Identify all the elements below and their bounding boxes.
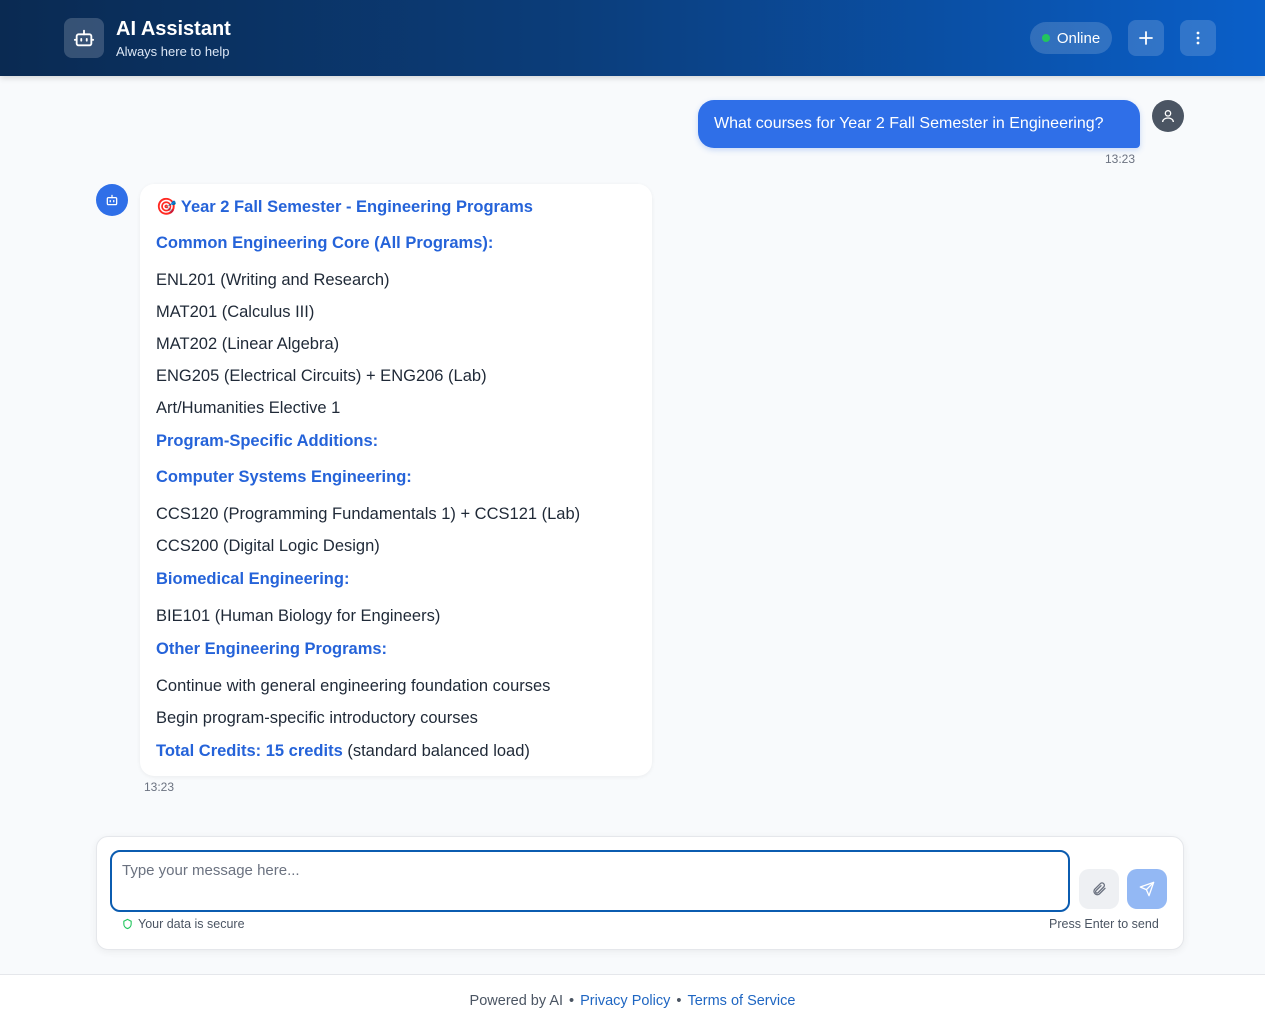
app-header: AI Assistant Always here to help Online xyxy=(0,0,1265,76)
user-icon xyxy=(1162,110,1174,123)
paperclip-icon xyxy=(1093,882,1106,896)
section-heading-cse: Computer Systems Engineering: xyxy=(156,468,412,486)
list-item: BIE101 (Human Biology for Engineers) xyxy=(156,607,441,625)
list-item: MAT201 (Calculus III) xyxy=(156,303,315,321)
powered-by-text: Powered by AI xyxy=(469,993,564,1009)
user-message-bubble: What courses for Year 2 Fall Semester in… xyxy=(698,100,1140,148)
message-input[interactable] xyxy=(110,850,1070,912)
send-button[interactable] xyxy=(1127,869,1167,909)
send-icon xyxy=(1139,881,1155,897)
bot-message-title: 🎯 Year 2 Fall Semester - Engineering Pro… xyxy=(156,198,533,217)
bot-avatar xyxy=(96,184,128,216)
user-message-time: 13:23 xyxy=(1105,152,1136,166)
robot-icon xyxy=(106,194,118,206)
app-subtitle: Always here to help xyxy=(116,44,230,59)
attach-button[interactable] xyxy=(1079,869,1119,909)
shield-icon xyxy=(123,918,132,930)
privacy-policy-link[interactable]: Privacy Policy xyxy=(580,993,670,1009)
page-footer: Powered by AI • Privacy Policy • Terms o… xyxy=(0,974,1265,1027)
app-title: AI Assistant xyxy=(116,18,231,40)
online-dot-icon xyxy=(1041,34,1050,42)
security-note-text: Your data is secure xyxy=(138,917,245,931)
list-item: CCS120 (Programming Fundamentals 1) + CC… xyxy=(156,505,581,523)
section-heading-other: Other Engineering Programs: xyxy=(156,640,388,658)
terms-of-service-link[interactable]: Terms of Service xyxy=(687,993,795,1009)
target-emoji-icon: 🎯 xyxy=(156,198,177,216)
list-item: Art/Humanities Elective 1 xyxy=(156,399,341,417)
send-hint: Press Enter to send xyxy=(1049,917,1159,931)
more-options-button[interactable] xyxy=(1180,20,1216,56)
list-item: Begin program-specific introductory cour… xyxy=(156,709,478,727)
section-heading-program: Program-Specific Additions: xyxy=(156,432,379,450)
robot-icon xyxy=(64,18,104,58)
section-heading-core: Common Engineering Core (All Programs): xyxy=(156,234,494,252)
status-label: Online xyxy=(1056,29,1101,47)
list-item: ENL201 (Writing and Research) xyxy=(156,271,390,289)
list-item: ENG205 (Electrical Circuits) + ENG206 (L… xyxy=(156,367,487,385)
user-avatar xyxy=(1152,100,1184,132)
status-badge: Online xyxy=(1030,22,1112,54)
list-item: CCS200 (Digital Logic Design) xyxy=(156,537,380,555)
footer-separator: • xyxy=(569,993,575,1009)
list-item: MAT202 (Linear Algebra) xyxy=(156,335,340,353)
plus-icon xyxy=(1139,31,1153,45)
new-chat-button[interactable] xyxy=(1128,20,1164,56)
bot-message-title-text: Year 2 Fall Semester - Engineering Progr… xyxy=(180,198,533,216)
section-heading-bio: Biomedical Engineering: xyxy=(156,570,350,588)
footer-separator: • xyxy=(676,993,682,1009)
more-vertical-icon xyxy=(1196,31,1200,45)
security-note: Your data is secure xyxy=(122,917,245,931)
total-credits-label: Total Credits: 15 credits xyxy=(156,742,343,760)
list-item: Continue with general engineering founda… xyxy=(156,677,551,695)
total-credits-note: (standard balanced load) xyxy=(347,742,530,760)
bot-message-time: 13:23 xyxy=(144,780,175,794)
total-credits-line: Total Credits: 15 credits (standard bala… xyxy=(156,742,530,761)
